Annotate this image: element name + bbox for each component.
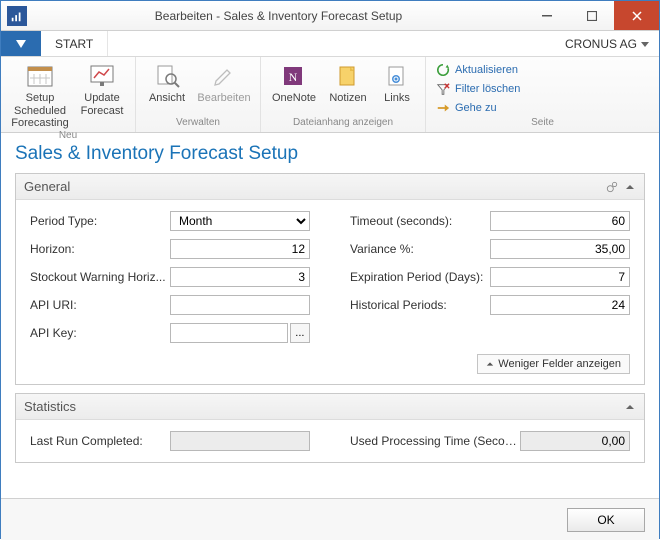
onenote-icon: N — [278, 62, 310, 90]
fasttab-statistics-header[interactable]: Statistics — [16, 394, 644, 420]
ansicht-button[interactable]: Ansicht — [144, 60, 190, 117]
close-button[interactable] — [614, 1, 659, 30]
maximize-button[interactable] — [569, 1, 614, 30]
minimize-button[interactable] — [524, 1, 569, 30]
timeout-input[interactable] — [490, 211, 630, 231]
bearbeiten-button[interactable]: Bearbeiten — [196, 60, 252, 117]
file-tab[interactable] — [1, 31, 41, 56]
historical-input[interactable] — [490, 295, 630, 315]
filter-loeschen-button[interactable]: Filter löschen — [436, 80, 649, 99]
content-area: Sales & Inventory Forecast Setup General… — [1, 133, 659, 498]
group-label-seite: Seite — [436, 117, 649, 130]
chevron-up-icon — [624, 401, 636, 413]
period-type-label: Period Type: — [30, 214, 170, 228]
onenote-button[interactable]: N OneNote — [269, 60, 319, 117]
ribbon-group-verwalten: Ansicht Bearbeiten Verwalten — [136, 57, 261, 132]
variance-label: Variance %: — [350, 242, 490, 256]
chevron-up-icon — [624, 181, 636, 193]
api-key-label: API Key: — [30, 326, 170, 340]
page-title: Sales & Inventory Forecast Setup — [15, 143, 645, 165]
ribbon-tabs: START CRONUS AG — [1, 31, 659, 57]
api-uri-input[interactable] — [170, 295, 310, 315]
fasttab-statistics: Statistics Last Run Completed: Used Proc… — [15, 393, 645, 463]
expiration-label: Expiration Period (Days): — [350, 270, 490, 284]
api-key-assist-button[interactable]: ... — [290, 323, 310, 343]
gear-icon — [606, 181, 618, 193]
app-icon — [7, 6, 27, 26]
gehe-zu-button[interactable]: Gehe zu — [436, 98, 649, 117]
clear-filter-icon — [436, 82, 450, 96]
variance-input[interactable] — [490, 239, 630, 259]
window-title: Bearbeiten - Sales & Inventory Forecast … — [33, 9, 524, 23]
goto-icon — [436, 101, 450, 115]
links-button[interactable]: Links — [377, 60, 417, 117]
aktualisieren-button[interactable]: Aktualisieren — [436, 61, 649, 80]
ribbon: Setup Scheduled Forecasting Update Forec… — [1, 57, 659, 133]
notes-icon — [332, 62, 364, 90]
chevron-down-icon — [641, 40, 649, 48]
ribbon-group-neu: Setup Scheduled Forecasting Update Forec… — [1, 57, 136, 132]
company-switcher[interactable]: CRONUS AG — [555, 31, 659, 56]
group-label-neu: Neu — [9, 130, 127, 141]
show-fewer-button[interactable]: Weniger Felder anzeigen — [477, 354, 630, 374]
horizon-label: Horizon: — [30, 242, 170, 256]
expiration-input[interactable] — [490, 267, 630, 287]
company-name: CRONUS AG — [565, 37, 637, 51]
update-forecast-button[interactable]: Update Forecast — [77, 60, 127, 130]
ok-button[interactable]: OK — [567, 508, 645, 532]
used-time-input — [520, 431, 630, 451]
chart-icon — [86, 62, 118, 90]
group-label-verwalten: Verwalten — [144, 117, 252, 130]
tab-start[interactable]: START — [41, 31, 108, 56]
svg-text:N: N — [289, 70, 298, 84]
view-icon — [151, 62, 183, 90]
calendar-icon — [24, 62, 56, 90]
used-time-label: Used Processing Time (Secon... — [350, 434, 520, 448]
footer: OK — [1, 498, 659, 540]
stockout-label: Stockout Warning Horiz... — [30, 270, 170, 284]
horizon-input[interactable] — [170, 239, 310, 259]
link-icon — [381, 62, 413, 90]
period-type-select[interactable]: Month — [170, 211, 310, 231]
group-label-dateianhang: Dateianhang anzeigen — [269, 117, 417, 130]
last-run-input — [170, 431, 310, 451]
stockout-input[interactable] — [170, 267, 310, 287]
ribbon-group-seite: Aktualisieren Filter löschen Gehe zu Sei… — [426, 57, 659, 132]
fasttab-general: General Period Type:Month Horizon: Stock… — [15, 173, 645, 385]
notizen-button[interactable]: Notizen — [325, 60, 371, 117]
historical-label: Historical Periods: — [350, 298, 490, 312]
fasttab-general-header[interactable]: General — [16, 174, 644, 200]
titlebar: Bearbeiten - Sales & Inventory Forecast … — [1, 1, 659, 31]
api-uri-label: API URI: — [30, 298, 170, 312]
timeout-label: Timeout (seconds): — [350, 214, 490, 228]
api-key-input[interactable] — [170, 323, 288, 343]
setup-scheduled-forecasting-button[interactable]: Setup Scheduled Forecasting — [9, 60, 71, 130]
ribbon-group-dateianhang: N OneNote Notizen Links Dateianhang anze… — [261, 57, 426, 132]
last-run-label: Last Run Completed: — [30, 434, 170, 448]
refresh-icon — [436, 63, 450, 77]
edit-icon — [208, 62, 240, 90]
